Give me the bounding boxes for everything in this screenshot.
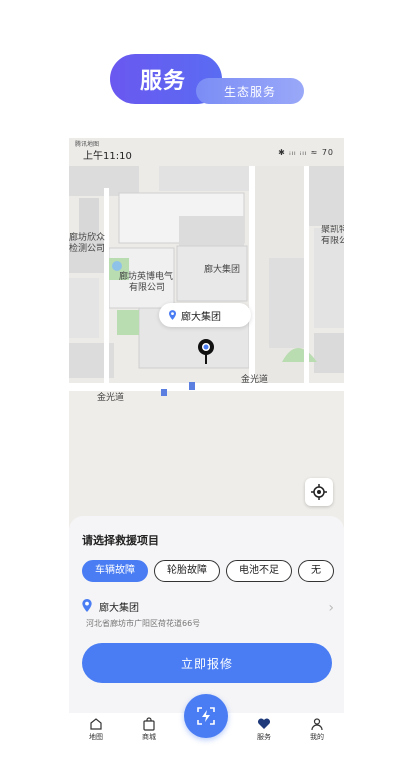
chevron-right-icon: › xyxy=(328,600,334,616)
road-label: 金光道 xyxy=(241,375,269,385)
map-label: 聚凯特 xyxy=(321,225,344,235)
repair-now-button[interactable]: 立即报修 xyxy=(82,643,332,683)
tab-mall[interactable]: 商城 xyxy=(134,717,164,742)
header-title: 服务 xyxy=(140,69,187,94)
tab-map[interactable]: 地图 xyxy=(81,717,111,742)
status-icons: ✱ ᵢₗₗ ᵢₗₗ ≈ 70 xyxy=(278,148,334,157)
tab-label: 服务 xyxy=(257,733,271,741)
lightning-scan-icon xyxy=(197,707,215,725)
callout-label: 廊大集团 xyxy=(181,311,221,323)
status-time: 上午11:10 xyxy=(83,151,132,162)
shopping-bag-icon xyxy=(143,717,155,731)
tab-label: 商城 xyxy=(142,733,156,741)
address-name: 廊大集团 xyxy=(99,603,139,614)
crosshair-icon xyxy=(311,484,327,500)
phone-screen: 廊坊欣众 检测公司 廊坊英博电气 有限公司 廊大集团 聚凯特 有限公 金光道 金… xyxy=(69,138,344,750)
location-pin-icon xyxy=(169,310,176,320)
chip-tire-fault[interactable]: 轮胎故障 xyxy=(154,560,220,582)
tab-label: 我的 xyxy=(310,733,324,741)
map-label: 廊坊欣众 xyxy=(69,233,106,243)
location-pin-icon xyxy=(82,599,92,612)
tab-label: 地图 xyxy=(89,733,103,741)
map-label: 检测公司 xyxy=(69,244,106,254)
user-icon xyxy=(311,718,323,731)
home-icon xyxy=(90,718,102,730)
road-label: 金光道 xyxy=(97,393,125,403)
tab-service[interactable]: 服务 xyxy=(249,717,279,742)
map-label: 廊坊英博电气 xyxy=(119,272,174,282)
service-subtitle-badge: 生态服务 xyxy=(196,78,304,104)
heart-service-icon xyxy=(257,718,271,729)
address-detail: 河北省廊坊市广阳区荷花道66号 xyxy=(86,619,201,628)
location-callout[interactable]: 廊大集团 xyxy=(159,303,251,327)
header-subtitle: 生态服务 xyxy=(223,84,276,99)
panel-title: 请选择救援项目 xyxy=(82,534,159,547)
chip-vehicle-fault[interactable]: 车辆故障 xyxy=(82,560,148,582)
map-marker-icon xyxy=(198,339,214,364)
quick-rescue-fab[interactable] xyxy=(184,694,228,738)
page: 服务 生态服务 廊坊欣众 检测公司 廊坊英博电气 有限公司 廊大集团 聚凯特 有… xyxy=(0,0,406,761)
status-bar: 腾讯地图 上午11:10 ✱ ᵢₗₗ ᵢₗₗ ≈ 70 xyxy=(69,138,344,166)
chip-other[interactable]: 无 xyxy=(298,560,334,582)
map-label: 有限公 xyxy=(321,236,344,246)
chip-low-battery[interactable]: 电池不足 xyxy=(226,560,292,582)
locate-button[interactable] xyxy=(305,478,333,506)
rescue-type-chips: 车辆故障 轮胎故障 电池不足无 xyxy=(82,560,344,582)
tab-mine[interactable]: 我的 xyxy=(302,717,332,742)
map-label: 廊大集团 xyxy=(204,265,241,275)
rescue-panel: 请选择救援项目 车辆故障 轮胎故障 电池不足无 廊大集团 河北省廊坊市广阳区荷花道6… xyxy=(69,516,344,716)
address-row[interactable]: 廊大集团 河北省廊坊市广阳区荷花道66号 › xyxy=(82,598,334,632)
map-label: 有限公司 xyxy=(129,283,166,293)
